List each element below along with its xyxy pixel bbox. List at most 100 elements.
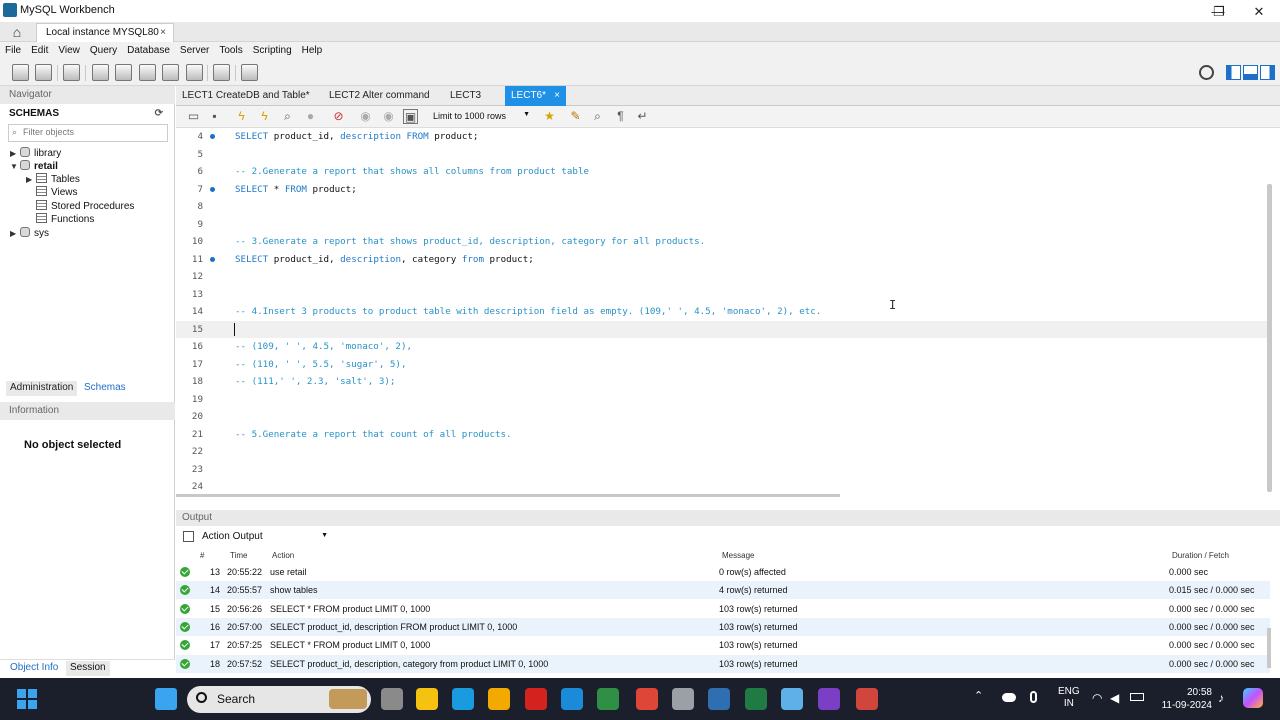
code-line[interactable]: 5	[176, 146, 1268, 163]
code-line[interactable]: 10 -- 3.Generate a report that shows prod…	[176, 233, 1268, 250]
show-hidden-icons-icon[interactable]: ⌃	[974, 689, 983, 702]
beautify-icon[interactable]: ✎	[568, 109, 583, 124]
open-sql-script-icon[interactable]	[35, 64, 52, 81]
code-line[interactable]: 20	[176, 408, 1268, 425]
taskbar-app-icon[interactable]	[745, 688, 767, 710]
col-action[interactable]: Action	[272, 551, 294, 560]
reconnect-icon[interactable]	[241, 64, 258, 81]
new-sql-tab-icon[interactable]	[12, 64, 29, 81]
wifi-icon[interactable]: ◠	[1092, 691, 1102, 705]
taskbar-app-icon[interactable]	[818, 688, 840, 710]
explain-icon[interactable]: ⌕	[280, 109, 295, 124]
tree-item-tables[interactable]: ▶ Tables	[26, 173, 80, 186]
tree-item-views[interactable]: Views	[36, 186, 78, 199]
menu-tools[interactable]: Tools	[214, 42, 247, 57]
inspector-icon[interactable]	[63, 64, 80, 81]
code-line[interactable]: 9	[176, 216, 1268, 233]
toggle-secondary-sidebar-icon[interactable]	[1260, 65, 1275, 80]
taskbar-app-icon[interactable]	[781, 688, 803, 710]
invisible-chars-icon[interactable]: ¶	[613, 109, 628, 124]
gear-icon[interactable]	[1199, 65, 1214, 80]
add-snippet-icon[interactable]: ★	[542, 109, 557, 124]
code-line[interactable]: 21 -- 5.Generate a report that count of a…	[176, 426, 1268, 443]
tab-lect6[interactable]: LECT6* ×	[505, 86, 566, 106]
code-line[interactable]: 23	[176, 461, 1268, 478]
volume-icon[interactable]: ◀	[1110, 691, 1119, 705]
tab-lect1[interactable]: LECT1 CreateDB and Table*	[176, 86, 316, 106]
taskbar-app-icon[interactable]	[636, 688, 658, 710]
microphone-icon[interactable]	[1030, 691, 1037, 703]
home-icon[interactable]: ⌂	[8, 23, 26, 41]
limit-rows-select[interactable]: Limit to 1000 rows ▼	[430, 109, 533, 125]
taskbar-app-icon[interactable]	[672, 688, 694, 710]
close-button[interactable]: ✕	[1239, 2, 1279, 22]
clock[interactable]: 20:58 11-09-2024	[1156, 686, 1212, 712]
open-file-icon[interactable]: ▭	[186, 109, 201, 124]
rollback-icon[interactable]: ◉	[381, 109, 396, 124]
code-line[interactable]: 7 SELECT * FROM product;	[176, 181, 1268, 198]
tree-item-functions[interactable]: Functions	[36, 213, 94, 226]
code-line[interactable]: 14 -- 4.Insert 3 products to product tabl…	[176, 303, 1268, 320]
code-line[interactable]: 16 -- (109, ' ', 4.5, 'monaco', 2),	[176, 338, 1268, 355]
commit-icon[interactable]: ◉	[358, 109, 373, 124]
taskbar-app-icon[interactable]	[525, 688, 547, 710]
schema-retail[interactable]: ▼ retail	[10, 160, 58, 173]
maximize-button[interactable]: ❐	[1198, 2, 1240, 22]
toggle-sidebar-icon[interactable]	[1226, 65, 1241, 80]
connection-tab[interactable]: Local instance MYSQL80 ×	[36, 23, 174, 42]
tab-schemas[interactable]: Schemas	[80, 381, 130, 396]
tree-item-stored-procedures[interactable]: Stored Procedures	[36, 200, 134, 213]
output-row[interactable]: 14 20:55:57 show tables 4 row(s) returned 0.…	[176, 581, 1270, 600]
schema-library[interactable]: ▶ library	[10, 147, 61, 160]
taskbar-app-icon[interactable]	[452, 688, 474, 710]
menu-edit[interactable]: Edit	[26, 42, 53, 57]
menu-database[interactable]: Database	[122, 42, 175, 57]
taskbar-search[interactable]: Search	[187, 686, 371, 713]
toggle-error-icon[interactable]: ⊘	[331, 109, 346, 124]
output-row[interactable]: 16 20:57:00 SELECT product_id, description…	[176, 617, 1270, 636]
col-duration[interactable]: Duration / Fetch	[1172, 551, 1229, 560]
output-scrollbar[interactable]	[1267, 628, 1271, 668]
create-function-icon[interactable]	[186, 64, 203, 81]
output-row[interactable]: 17 20:57:25 SELECT * FROM product LIMIT 0,…	[176, 636, 1270, 654]
execute-current-icon[interactable]: ϟ	[257, 109, 272, 124]
code-line[interactable]: 11 SELECT product_id, description, catego…	[176, 251, 1268, 268]
schema-sys[interactable]: ▶ sys	[10, 227, 49, 240]
close-tab-icon[interactable]: ×	[554, 90, 560, 101]
find-icon[interactable]: ⌕	[590, 109, 605, 124]
col-number[interactable]: #	[200, 551, 204, 560]
menu-query[interactable]: Query	[85, 42, 122, 57]
taskbar-app-icon[interactable]	[561, 688, 583, 710]
create-view-icon[interactable]	[139, 64, 156, 81]
execute-icon[interactable]: ϟ	[234, 109, 249, 124]
input-language[interactable]: ENG IN	[1058, 686, 1080, 710]
expand-arrow-icon[interactable]: ▶	[10, 147, 20, 160]
expand-arrow-icon[interactable]: ▶	[26, 173, 36, 186]
menu-file[interactable]: File	[0, 42, 26, 57]
menu-server[interactable]: Server	[175, 42, 214, 57]
wrap-lines-icon[interactable]: ↵	[635, 109, 650, 124]
code-line[interactable]: 12	[176, 268, 1268, 285]
code-line[interactable]: 13	[176, 286, 1268, 303]
code-line[interactable]: 4 SELECT product_id, description FROM pro…	[176, 128, 1268, 145]
create-table-icon[interactable]	[115, 64, 132, 81]
tab-session[interactable]: Session	[66, 661, 110, 676]
stop-icon[interactable]: ●	[303, 109, 318, 124]
refresh-icon[interactable]: ⟳	[155, 108, 163, 119]
search-table-data-icon[interactable]	[213, 64, 230, 81]
code-line[interactable]: 8	[176, 198, 1268, 215]
code-line[interactable]: 18 -- (111,' ', 2.3, 'salt', 3);	[176, 373, 1268, 390]
col-time[interactable]: Time	[230, 551, 247, 560]
code-line[interactable]: 19	[176, 391, 1268, 408]
code-line[interactable]: 15	[176, 320, 1268, 338]
code-line[interactable]: 22	[176, 443, 1268, 460]
menu-help[interactable]: Help	[297, 42, 328, 57]
output-mode-select[interactable]: Action Output ▼	[202, 531, 328, 542]
output-row[interactable]: 13 20:55:22 use retail 0 row(s) affected 0.0…	[176, 563, 1270, 581]
menu-view[interactable]: View	[53, 42, 85, 57]
code-line[interactable]: 24	[176, 478, 1268, 490]
code-line[interactable]: 17 -- (110, ' ', 5.5, 'sugar', 5),	[176, 356, 1268, 373]
code-line[interactable]: 6 -- 2.Generate a report that shows all c…	[176, 163, 1268, 180]
create-schema-icon[interactable]	[92, 64, 109, 81]
create-procedure-icon[interactable]	[162, 64, 179, 81]
